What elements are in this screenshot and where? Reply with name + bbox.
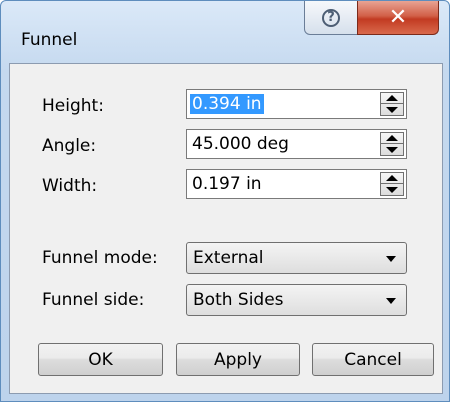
funnel-mode-label: Funnel mode: (42, 248, 158, 268)
chevron-down-icon (386, 298, 396, 304)
angle-spin-buttons[interactable] (380, 132, 404, 156)
angle-value[interactable]: 45.000 deg (192, 134, 289, 154)
funnel-side-label: Funnel side: (42, 290, 145, 310)
width-spinbox[interactable]: 0.197 in (186, 169, 407, 199)
apply-button[interactable]: Apply (176, 343, 300, 376)
arrow-up-icon (386, 175, 398, 181)
arrow-down-icon (386, 186, 398, 193)
width-label: Width: (42, 176, 98, 196)
width-decrement-button[interactable] (381, 184, 403, 195)
arrow-down-icon (386, 146, 398, 153)
width-spin-buttons[interactable] (380, 172, 404, 196)
funnel-side-dropdown[interactable]: Both Sides (186, 284, 407, 316)
funnel-side-selected: Both Sides (193, 290, 284, 310)
close-button[interactable]: ✕ (357, 1, 439, 35)
funnel-mode-dropdown[interactable]: External (186, 242, 407, 274)
angle-label: Angle: (42, 136, 97, 156)
height-value[interactable]: 0.394 in (190, 94, 264, 114)
height-increment-button[interactable] (381, 93, 403, 104)
close-icon: ✕ (388, 4, 408, 30)
angle-decrement-button[interactable] (381, 144, 403, 155)
arrow-down-icon (386, 106, 398, 113)
width-increment-button[interactable] (381, 173, 403, 184)
dialog-body: Height: 0.394 in Angle: 45.000 deg Width… (9, 63, 443, 394)
height-decrement-button[interactable] (381, 104, 403, 115)
ok-button[interactable]: OK (38, 343, 163, 376)
height-label: Height: (42, 96, 104, 116)
cancel-button[interactable]: Cancel (312, 343, 434, 376)
window-title: Funnel (21, 30, 78, 50)
arrow-up-icon (386, 135, 398, 141)
help-icon: ? (322, 8, 340, 27)
funnel-dialog: Funnel ? ✕ Height: 0.394 in Angle: 45.00… (0, 0, 450, 402)
angle-increment-button[interactable] (381, 133, 403, 144)
chevron-down-icon (386, 256, 396, 262)
help-button[interactable]: ? (304, 1, 358, 35)
width-value[interactable]: 0.197 in (192, 174, 262, 194)
height-spin-buttons[interactable] (380, 92, 404, 116)
arrow-up-icon (386, 95, 398, 101)
height-spinbox[interactable]: 0.394 in (186, 89, 407, 119)
funnel-mode-selected: External (193, 248, 264, 268)
angle-spinbox[interactable]: 45.000 deg (186, 129, 407, 159)
